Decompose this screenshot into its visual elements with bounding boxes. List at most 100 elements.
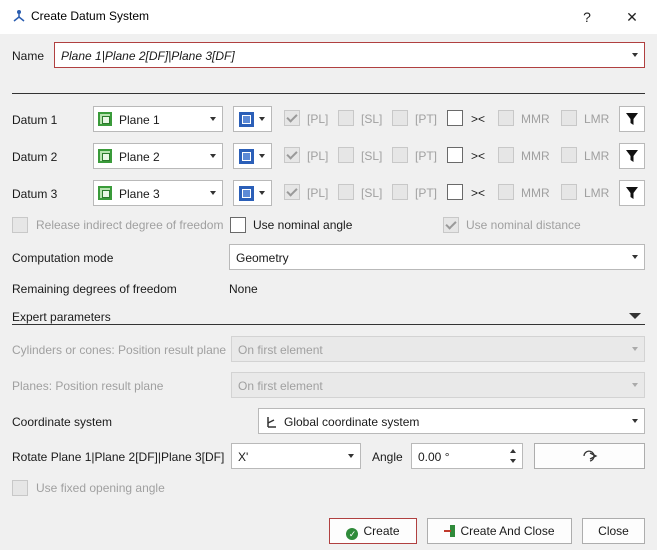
direction-label: >< — [471, 149, 486, 163]
use-nominal-distance-checkbox[interactable] — [443, 217, 459, 233]
datum-element-value: Plane 1 — [119, 113, 160, 127]
fixed-opening-angle-label: Use fixed opening angle — [36, 481, 165, 495]
lmr-label: LMR — [584, 149, 610, 163]
cylinders-position-select[interactable]: On first element — [231, 336, 645, 362]
chevron-down-icon[interactable] — [632, 419, 638, 423]
datum-system-icon — [13, 10, 25, 22]
remaining-dof-label: Remaining degrees of freedom — [12, 282, 177, 296]
chevron-down-icon — [632, 347, 638, 351]
rotate-action-button[interactable] — [534, 443, 645, 469]
planes-position-value: On first element — [238, 379, 323, 393]
lmr-checkbox[interactable] — [561, 147, 577, 163]
spin-up-icon[interactable] — [510, 449, 516, 453]
create-and-close-label: Create And Close — [460, 524, 555, 538]
computation-mode-value: Geometry — [236, 251, 289, 265]
coordinate-system-select[interactable]: Global coordinate system — [258, 408, 645, 434]
datum-element-select[interactable]: Plane 1 — [93, 106, 223, 132]
pl-label: [PL] — [307, 186, 329, 200]
filter-icon — [626, 113, 638, 125]
filter-button[interactable] — [619, 180, 645, 206]
plane-icon — [98, 186, 112, 200]
pl-checkbox[interactable] — [284, 184, 300, 200]
sl-label: [SL] — [361, 186, 383, 200]
expert-separator — [12, 324, 645, 325]
sl-checkbox[interactable] — [338, 184, 354, 200]
fixed-opening-angle-checkbox[interactable] — [12, 480, 28, 496]
window-title: Create Datum System — [31, 9, 150, 23]
chevron-down-icon[interactable] — [210, 117, 216, 121]
direction-label: >< — [471, 112, 486, 126]
chevron-down-icon[interactable] — [259, 154, 265, 158]
filter-button[interactable] — [619, 106, 645, 132]
use-nominal-angle-label: Use nominal angle — [253, 218, 353, 232]
chevron-down-icon[interactable] — [210, 191, 216, 195]
direction-label: >< — [471, 186, 486, 200]
mmr-checkbox[interactable] — [498, 147, 514, 163]
create-and-close-button[interactable]: Create And Close — [427, 518, 572, 544]
datum-type-icon — [239, 186, 254, 201]
rotate-label: Rotate Plane 1|Plane 2[DF]|Plane 3[DF] — [12, 450, 225, 464]
use-nominal-angle-checkbox[interactable] — [230, 217, 246, 233]
planes-position-select[interactable]: On first element — [231, 372, 645, 398]
angle-input[interactable]: 0.00 ° — [411, 443, 523, 469]
cylinders-position-label: Cylinders or cones: Position result plan… — [12, 343, 227, 357]
mmr-checkbox[interactable] — [498, 110, 514, 126]
pt-checkbox[interactable] — [392, 184, 408, 200]
pt-checkbox[interactable] — [392, 110, 408, 126]
chevron-down-icon[interactable] — [259, 117, 265, 121]
expert-parameters-label: Expert parameters — [12, 310, 111, 324]
help-button[interactable]: ? — [570, 4, 604, 30]
datum-type-icon — [239, 149, 254, 164]
mmr-checkbox[interactable] — [498, 184, 514, 200]
close-window-button[interactable]: ✕ — [615, 4, 649, 30]
chevron-down-icon[interactable] — [632, 53, 638, 57]
close-button[interactable]: Close — [582, 518, 645, 544]
name-input[interactable]: Plane 1|Plane 2[DF]|Plane 3[DF] — [54, 42, 645, 68]
mmr-label: MMR — [521, 112, 550, 126]
datum-label: Datum 1 — [12, 113, 58, 127]
name-input-value: Plane 1|Plane 2[DF]|Plane 3[DF] — [61, 49, 235, 63]
sl-checkbox[interactable] — [338, 147, 354, 163]
mmr-label: MMR — [521, 186, 550, 200]
direction-checkbox[interactable] — [447, 184, 463, 200]
chevron-down-icon[interactable] — [348, 454, 354, 458]
lmr-checkbox[interactable] — [561, 110, 577, 126]
datum-element-select[interactable]: Plane 3 — [93, 180, 223, 206]
pt-label: [PT] — [415, 112, 438, 126]
sl-label: [SL] — [361, 149, 383, 163]
create-close-icon — [444, 525, 456, 537]
pt-checkbox[interactable] — [392, 147, 408, 163]
lmr-checkbox[interactable] — [561, 184, 577, 200]
create-button-label: Create — [363, 524, 400, 538]
coordinate-system-icon — [267, 417, 276, 428]
rotate-axis-select[interactable]: X' — [231, 443, 361, 469]
create-button[interactable]: ✓ Create — [329, 518, 417, 544]
spin-down-icon[interactable] — [510, 459, 516, 463]
computation-mode-select[interactable]: Geometry — [229, 244, 645, 270]
datum-type-select[interactable] — [233, 106, 272, 132]
computation-mode-label: Computation mode — [12, 251, 114, 265]
direction-checkbox[interactable] — [447, 147, 463, 163]
expand-collapse-icon[interactable] — [629, 313, 641, 319]
chevron-down-icon[interactable] — [259, 191, 265, 195]
sl-checkbox[interactable] — [338, 110, 354, 126]
release-indirect-checkbox[interactable] — [12, 217, 28, 233]
cylinders-position-value: On first element — [238, 343, 323, 357]
chevron-down-icon[interactable] — [632, 255, 638, 259]
pl-checkbox[interactable] — [284, 110, 300, 126]
datum-element-select[interactable]: Plane 2 — [93, 143, 223, 169]
rotate-axis-value: X' — [238, 450, 249, 464]
datum-type-select[interactable] — [233, 180, 272, 206]
datum-element-value: Plane 2 — [119, 150, 160, 164]
filter-button[interactable] — [619, 143, 645, 169]
chevron-down-icon[interactable] — [210, 154, 216, 158]
plane-icon — [98, 112, 112, 126]
direction-checkbox[interactable] — [447, 110, 463, 126]
datum-element-value: Plane 3 — [119, 187, 160, 201]
angle-value: 0.00 ° — [418, 450, 450, 464]
use-nominal-distance-label: Use nominal distance — [466, 218, 581, 232]
datum-label: Datum 3 — [12, 187, 58, 201]
pl-checkbox[interactable] — [284, 147, 300, 163]
datum-type-select[interactable] — [233, 143, 272, 169]
filter-icon — [626, 187, 638, 199]
